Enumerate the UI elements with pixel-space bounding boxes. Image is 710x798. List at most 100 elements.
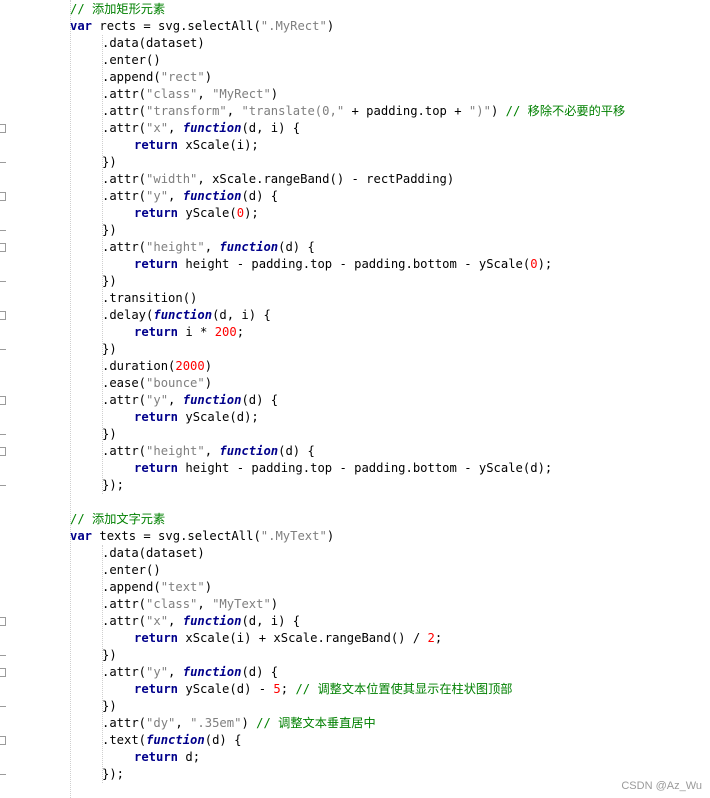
code-token: 200 <box>214 325 237 339</box>
code-token: ) <box>204 70 213 84</box>
code-token: ); <box>537 257 553 271</box>
code-token: .enter() <box>102 53 161 67</box>
code-token: 0 <box>530 257 538 271</box>
fold-toggle-icon[interactable] <box>0 447 6 456</box>
code-token: // 添加文字元素 <box>70 512 166 526</box>
code-line: }) <box>102 273 117 290</box>
code-line: // 添加文字元素 <box>70 511 165 528</box>
code-token: function <box>182 393 242 407</box>
code-token: // 调整文本垂直居中 <box>256 716 376 730</box>
code-token: "bounce" <box>146 376 205 390</box>
fold-toggle-icon[interactable] <box>0 124 6 133</box>
code-token: ")" <box>468 104 491 118</box>
code-token: function <box>182 189 242 203</box>
code-line: .delay(function(d, i) { <box>102 307 271 324</box>
code-token: "class" <box>146 87 198 101</box>
code-line: .attr("y", function(d) { <box>102 664 278 681</box>
code-token: .text( <box>102 733 147 747</box>
code-line: .attr("dy", ".35em") // 调整文本垂直居中 <box>102 715 376 732</box>
code-token: .attr( <box>102 104 147 118</box>
code-token: .attr( <box>102 121 147 135</box>
code-token: .delay( <box>102 308 154 322</box>
code-line: }) <box>102 647 117 664</box>
code-token: 2 <box>427 631 435 645</box>
fold-toggle-icon[interactable] <box>0 396 6 405</box>
code-token: "height" <box>146 240 205 254</box>
code-token: var <box>70 529 93 543</box>
fold-toggle-icon[interactable] <box>0 311 6 320</box>
code-token: ) <box>490 104 506 118</box>
code-token: function <box>146 733 205 747</box>
code-line: .attr("width", xScale.rangeBand() - rect… <box>102 171 454 188</box>
code-line: return yScale(d) - 5; // 调整文本位置使其显示在柱状图顶… <box>134 681 512 698</box>
code-token: yScale( <box>178 206 237 220</box>
code-token: "width" <box>146 172 198 186</box>
code-line: return xScale(i); <box>134 137 259 154</box>
code-token: , <box>175 716 191 730</box>
code-token: (d) { <box>278 240 315 254</box>
code-token: 5 <box>273 682 281 696</box>
code-token: , <box>197 597 213 611</box>
code-token: function <box>182 614 242 628</box>
code-token: function <box>182 665 242 679</box>
fold-toggle-icon[interactable] <box>0 736 6 745</box>
code-token: .enter() <box>102 563 161 577</box>
code-token: "translate(0," <box>241 104 345 118</box>
code-token: ; <box>434 631 443 645</box>
fold-toggle-icon[interactable] <box>0 192 6 201</box>
fold-end-marker <box>0 655 6 656</box>
code-token: .duration( <box>102 359 176 373</box>
code-token: texts = svg.selectAll( <box>92 529 261 543</box>
code-line: .append("rect") <box>102 69 212 86</box>
code-line: .enter() <box>102 562 161 579</box>
code-token: .attr( <box>102 597 147 611</box>
code-token: "x" <box>146 121 169 135</box>
fold-toggle-icon[interactable] <box>0 617 6 626</box>
code-token: + padding.top + <box>344 104 469 118</box>
code-token: yScale(d) - <box>178 682 274 696</box>
code-line: .ease("bounce") <box>102 375 212 392</box>
fold-gutter <box>0 0 12 798</box>
code-line: .attr("class", "MyText") <box>102 596 278 613</box>
fold-end-marker <box>0 162 6 163</box>
code-token: "MyRect" <box>212 87 271 101</box>
code-line: return height - padding.top - padding.bo… <box>134 460 552 477</box>
code-token: }); <box>102 767 125 781</box>
code-line: return i * 200; <box>134 324 244 341</box>
fold-end-marker <box>0 706 6 707</box>
fold-end-marker <box>0 485 6 486</box>
fold-toggle-icon[interactable] <box>0 668 6 677</box>
indent-guide <box>70 0 71 798</box>
fold-toggle-icon[interactable] <box>0 243 6 252</box>
code-token: ) <box>204 359 213 373</box>
code-token: return <box>134 461 179 475</box>
code-token: i * <box>178 325 215 339</box>
code-token: .attr( <box>102 716 147 730</box>
code-token: "x" <box>146 614 169 628</box>
code-token: .attr( <box>102 665 147 679</box>
code-token: yScale(d); <box>178 410 259 424</box>
code-token: 2000 <box>175 359 205 373</box>
code-token: return <box>134 206 179 220</box>
code-token: .attr( <box>102 444 147 458</box>
code-token: .data(dataset) <box>102 36 205 50</box>
code-token: height - padding.top - padding.bottom - … <box>178 257 531 271</box>
code-token: , <box>168 393 183 407</box>
code-token: (d) { <box>241 189 279 203</box>
code-line: .enter() <box>102 52 161 69</box>
code-token: }) <box>102 699 117 713</box>
code-line: .attr("transform", "translate(0," + padd… <box>102 103 625 120</box>
code-token: return <box>134 138 179 152</box>
code-token: "MyText" <box>212 597 271 611</box>
code-token: .attr( <box>102 240 147 254</box>
code-line: var rects = svg.selectAll(".MyRect") <box>70 18 334 35</box>
code-token: "dy" <box>146 716 176 730</box>
code-token: function <box>219 444 279 458</box>
code-token: }) <box>102 274 117 288</box>
code-line: }) <box>102 341 117 358</box>
code-token: "rect" <box>160 70 205 84</box>
code-line: .append("text") <box>102 579 212 596</box>
code-token: return <box>134 750 179 764</box>
code-token: (d) { <box>241 393 279 407</box>
code-token: "y" <box>146 393 169 407</box>
